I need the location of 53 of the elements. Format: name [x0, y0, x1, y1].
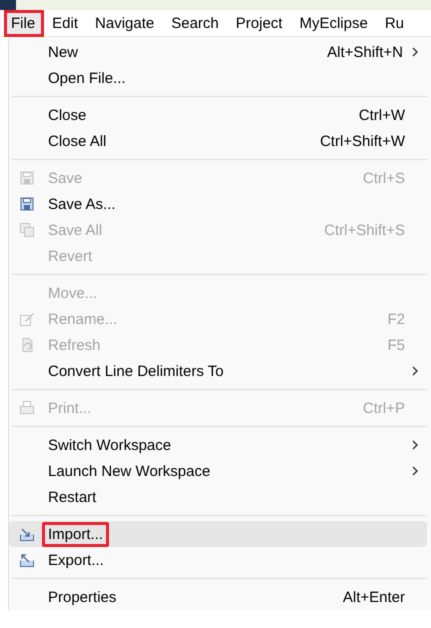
shortcut-label: Alt+Shift+N [327, 44, 403, 60]
menu-item[interactable]: Convert Line Delimiters To [9, 358, 427, 384]
menu-bar-item[interactable]: Project [228, 10, 292, 36]
menu-item-label: New [47, 42, 80, 62]
menu-item-label: Print... [47, 398, 92, 418]
shortcut-label: F5 [387, 336, 405, 354]
menu-bar-item[interactable]: File [4, 10, 44, 36]
menu-bar-item[interactable]: Navigate [88, 10, 164, 36]
menu-item[interactable]: Switch Workspace [9, 432, 427, 458]
shortcut-label: Alt+Enter [342, 588, 405, 606]
menu-item-label: Export... [47, 550, 105, 570]
menu-item[interactable]: Restart [9, 484, 427, 510]
menu-item-label: Open File... [47, 68, 127, 88]
menu-item[interactable]: Properties Alt+Enter [9, 584, 427, 610]
menu-item-label: Revert [47, 246, 94, 266]
menu-item[interactable]: Launch New Workspace [9, 458, 427, 484]
menu-item[interactable]: Export... [9, 547, 427, 573]
menu-item[interactable]: New Alt+Shift+N [9, 39, 427, 65]
shortcut-label: Ctrl+Shift+W [320, 132, 405, 150]
menu-bar-item[interactable]: Edit [45, 10, 88, 36]
shortcut-label: Ctrl+S [362, 170, 405, 186]
printer-icon [19, 400, 35, 416]
menu-item-label: Refresh [47, 336, 102, 356]
shortcut-label: Ctrl+P [362, 400, 405, 416]
menu-item[interactable]: Import... [9, 521, 427, 547]
import-tray-icon [19, 526, 35, 542]
shortcut-label: Ctrl+W [358, 106, 405, 124]
menu-item[interactable]: Close Ctrl+W [9, 102, 427, 128]
menu-item[interactable]: Close All Ctrl+Shift+W [9, 128, 427, 154]
menu-item-label: Launch New Workspace [47, 462, 212, 482]
menu-bar-item[interactable]: MyEclipse [292, 10, 377, 36]
export-tray-icon [19, 552, 35, 568]
app-icon [0, 0, 16, 10]
menu-item-label: Properties [47, 588, 118, 608]
menu-item-label: Save [47, 168, 84, 188]
menu-item-label: Import... [42, 522, 110, 546]
menu-item[interactable]: Save As... [9, 191, 427, 217]
pencil-icon [19, 311, 35, 327]
menu-item-label: Save All [47, 220, 104, 240]
menu-item-label: Convert Line Delimiters To [47, 362, 225, 382]
menu-item-label: Close [47, 106, 88, 126]
menu-item-label: Restart [47, 488, 98, 508]
menu-item-label: Rename... [47, 310, 118, 330]
menu-bar-item[interactable]: Search [164, 10, 228, 36]
stacked-disks-icon [19, 222, 35, 238]
menu-item-label: Switch Workspace [47, 436, 172, 456]
menu-item-label: Close All [47, 132, 108, 152]
shortcut-label: F2 [387, 310, 405, 328]
menu-item-label: Move... [47, 284, 98, 304]
menu-bar-item[interactable]: Ru [378, 10, 413, 36]
menu-item[interactable]: Open File... [9, 65, 427, 91]
menu-item-label: Save As... [47, 194, 117, 214]
shortcut-label: Ctrl+Shift+S [324, 222, 405, 238]
